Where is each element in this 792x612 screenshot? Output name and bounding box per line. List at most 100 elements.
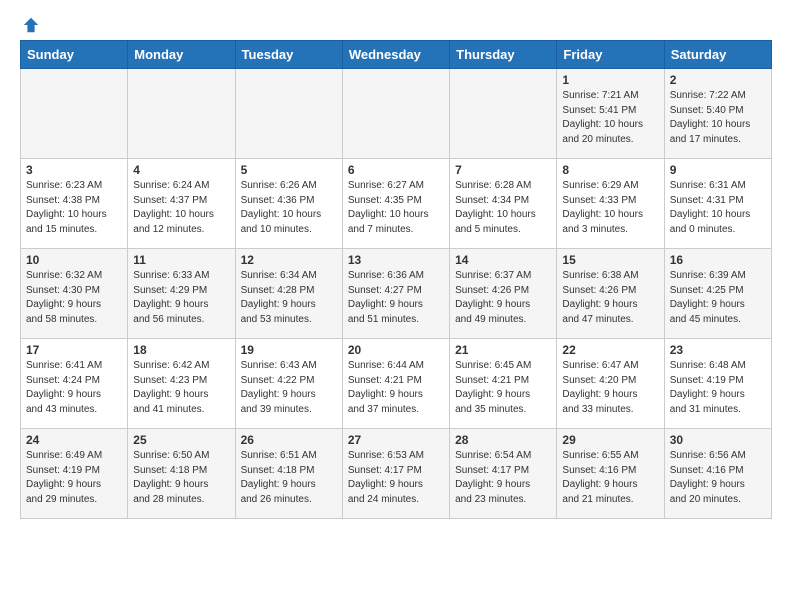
day-number: 27 xyxy=(348,433,444,447)
day-number: 19 xyxy=(241,343,337,357)
day-info: Sunrise: 6:24 AM Sunset: 4:37 PM Dayligh… xyxy=(133,179,229,237)
day-info: Sunrise: 6:39 AM Sunset: 4:25 PM Dayligh… xyxy=(670,269,766,327)
day-info: Sunrise: 6:43 AM Sunset: 4:22 PM Dayligh… xyxy=(241,359,337,417)
day-info: Sunrise: 6:55 AM Sunset: 4:16 PM Dayligh… xyxy=(562,449,658,507)
day-number: 13 xyxy=(348,253,444,267)
day-info: Sunrise: 6:33 AM Sunset: 4:29 PM Dayligh… xyxy=(133,269,229,327)
day-number: 28 xyxy=(455,433,551,447)
day-number: 26 xyxy=(241,433,337,447)
header-day-monday: Monday xyxy=(128,41,235,69)
day-info: Sunrise: 6:29 AM Sunset: 4:33 PM Dayligh… xyxy=(562,179,658,237)
day-cell: 20 Sunrise: 6:44 AM Sunset: 4:21 PM Dayli… xyxy=(342,339,449,429)
day-cell: 12Sunrise: 6:34 AM Sunset: 4:28 PM Dayli… xyxy=(235,249,342,339)
day-info: Sunrise: 6:53 AM Sunset: 4:17 PM Dayligh… xyxy=(348,449,444,507)
day-cell: 18Sunrise: 6:42 AM Sunset: 4:23 PM Dayli… xyxy=(128,339,235,429)
day-number: 20 xyxy=(348,343,444,357)
day-number: 1 xyxy=(562,73,658,87)
day-cell xyxy=(21,69,128,159)
logo-icon xyxy=(22,16,40,34)
day-cell: 7 Sunrise: 6:28 AM Sunset: 4:34 PM Daylig… xyxy=(450,159,557,249)
day-cell xyxy=(128,69,235,159)
day-number: 23 xyxy=(670,343,766,357)
day-cell: 14Sunrise: 6:37 AM Sunset: 4:26 PM Dayli… xyxy=(450,249,557,339)
header xyxy=(20,16,772,30)
calendar-header: SundayMondayTuesdayWednesdayThursdayFrid… xyxy=(21,41,772,69)
calendar-body: 1 Sunrise: 7:21 AM Sunset: 5:41 PM Daylig… xyxy=(21,69,772,519)
day-info: Sunrise: 6:56 AM Sunset: 4:16 PM Dayligh… xyxy=(670,449,766,507)
day-cell: 28 Sunrise: 6:54 AM Sunset: 4:17 PM Dayli… xyxy=(450,429,557,519)
day-number: 10 xyxy=(26,253,122,267)
day-cell: 29 Sunrise: 6:55 AM Sunset: 4:16 PM Dayli… xyxy=(557,429,664,519)
week-row-4: 17Sunrise: 6:41 AM Sunset: 4:24 PM Dayli… xyxy=(21,339,772,429)
day-number: 29 xyxy=(562,433,658,447)
day-cell: 2 Sunrise: 7:22 AM Sunset: 5:40 PM Daylig… xyxy=(664,69,771,159)
day-info: Sunrise: 6:37 AM Sunset: 4:26 PM Dayligh… xyxy=(455,269,551,327)
day-cell: 23 Sunrise: 6:48 AM Sunset: 4:19 PM Dayli… xyxy=(664,339,771,429)
day-cell: 17Sunrise: 6:41 AM Sunset: 4:24 PM Dayli… xyxy=(21,339,128,429)
header-day-wednesday: Wednesday xyxy=(342,41,449,69)
day-cell: 10 Sunrise: 6:32 AM Sunset: 4:30 PM Dayli… xyxy=(21,249,128,339)
day-cell: 15 Sunrise: 6:38 AM Sunset: 4:26 PM Dayli… xyxy=(557,249,664,339)
day-number: 21 xyxy=(455,343,551,357)
day-number: 15 xyxy=(562,253,658,267)
day-info: Sunrise: 7:21 AM Sunset: 5:41 PM Dayligh… xyxy=(562,89,658,147)
day-cell: 22 Sunrise: 6:47 AM Sunset: 4:20 PM Dayli… xyxy=(557,339,664,429)
day-number: 7 xyxy=(455,163,551,177)
day-cell: 8 Sunrise: 6:29 AM Sunset: 4:33 PM Daylig… xyxy=(557,159,664,249)
day-info: Sunrise: 6:38 AM Sunset: 4:26 PM Dayligh… xyxy=(562,269,658,327)
day-number: 4 xyxy=(133,163,229,177)
day-number: 2 xyxy=(670,73,766,87)
day-number: 24 xyxy=(26,433,122,447)
header-day-thursday: Thursday xyxy=(450,41,557,69)
logo xyxy=(20,16,40,30)
day-number: 11 xyxy=(133,253,229,267)
day-cell: 11 Sunrise: 6:33 AM Sunset: 4:29 PM Dayli… xyxy=(128,249,235,339)
day-cell: 6 Sunrise: 6:27 AM Sunset: 4:35 PM Daylig… xyxy=(342,159,449,249)
page: SundayMondayTuesdayWednesdayThursdayFrid… xyxy=(0,0,792,529)
day-number: 25 xyxy=(133,433,229,447)
header-day-sunday: Sunday xyxy=(21,41,128,69)
week-row-5: 24Sunrise: 6:49 AM Sunset: 4:19 PM Dayli… xyxy=(21,429,772,519)
week-row-2: 3 Sunrise: 6:23 AM Sunset: 4:38 PM Daylig… xyxy=(21,159,772,249)
day-info: Sunrise: 6:27 AM Sunset: 4:35 PM Dayligh… xyxy=(348,179,444,237)
day-info: Sunrise: 7:22 AM Sunset: 5:40 PM Dayligh… xyxy=(670,89,766,147)
day-cell: 25 Sunrise: 6:50 AM Sunset: 4:18 PM Dayli… xyxy=(128,429,235,519)
day-number: 22 xyxy=(562,343,658,357)
day-cell: 5 Sunrise: 6:26 AM Sunset: 4:36 PM Daylig… xyxy=(235,159,342,249)
day-info: Sunrise: 6:47 AM Sunset: 4:20 PM Dayligh… xyxy=(562,359,658,417)
day-number: 5 xyxy=(241,163,337,177)
day-cell: 16 Sunrise: 6:39 AM Sunset: 4:25 PM Dayli… xyxy=(664,249,771,339)
day-cell: 27 Sunrise: 6:53 AM Sunset: 4:17 PM Dayli… xyxy=(342,429,449,519)
header-day-friday: Friday xyxy=(557,41,664,69)
day-cell: 19 Sunrise: 6:43 AM Sunset: 4:22 PM Dayli… xyxy=(235,339,342,429)
day-info: Sunrise: 6:28 AM Sunset: 4:34 PM Dayligh… xyxy=(455,179,551,237)
day-cell xyxy=(450,69,557,159)
day-info: Sunrise: 6:44 AM Sunset: 4:21 PM Dayligh… xyxy=(348,359,444,417)
day-info: Sunrise: 6:48 AM Sunset: 4:19 PM Dayligh… xyxy=(670,359,766,417)
day-info: Sunrise: 6:36 AM Sunset: 4:27 PM Dayligh… xyxy=(348,269,444,327)
day-info: Sunrise: 6:50 AM Sunset: 4:18 PM Dayligh… xyxy=(133,449,229,507)
day-number: 6 xyxy=(348,163,444,177)
day-cell: 13 Sunrise: 6:36 AM Sunset: 4:27 PM Dayli… xyxy=(342,249,449,339)
day-number: 16 xyxy=(670,253,766,267)
day-info: Sunrise: 6:42 AM Sunset: 4:23 PM Dayligh… xyxy=(133,359,229,417)
day-number: 8 xyxy=(562,163,658,177)
day-cell: 26Sunrise: 6:51 AM Sunset: 4:18 PM Dayli… xyxy=(235,429,342,519)
day-number: 9 xyxy=(670,163,766,177)
day-info: Sunrise: 6:34 AM Sunset: 4:28 PM Dayligh… xyxy=(241,269,337,327)
day-number: 30 xyxy=(670,433,766,447)
day-info: Sunrise: 6:32 AM Sunset: 4:30 PM Dayligh… xyxy=(26,269,122,327)
day-cell: 3 Sunrise: 6:23 AM Sunset: 4:38 PM Daylig… xyxy=(21,159,128,249)
day-cell: 21Sunrise: 6:45 AM Sunset: 4:21 PM Dayli… xyxy=(450,339,557,429)
day-cell: 9 Sunrise: 6:31 AM Sunset: 4:31 PM Daylig… xyxy=(664,159,771,249)
day-info: Sunrise: 6:26 AM Sunset: 4:36 PM Dayligh… xyxy=(241,179,337,237)
day-cell xyxy=(235,69,342,159)
day-cell xyxy=(342,69,449,159)
day-info: Sunrise: 6:54 AM Sunset: 4:17 PM Dayligh… xyxy=(455,449,551,507)
week-row-3: 10 Sunrise: 6:32 AM Sunset: 4:30 PM Dayli… xyxy=(21,249,772,339)
day-info: Sunrise: 6:41 AM Sunset: 4:24 PM Dayligh… xyxy=(26,359,122,417)
day-info: Sunrise: 6:23 AM Sunset: 4:38 PM Dayligh… xyxy=(26,179,122,237)
day-info: Sunrise: 6:31 AM Sunset: 4:31 PM Dayligh… xyxy=(670,179,766,237)
week-row-1: 1 Sunrise: 7:21 AM Sunset: 5:41 PM Daylig… xyxy=(21,69,772,159)
day-number: 3 xyxy=(26,163,122,177)
